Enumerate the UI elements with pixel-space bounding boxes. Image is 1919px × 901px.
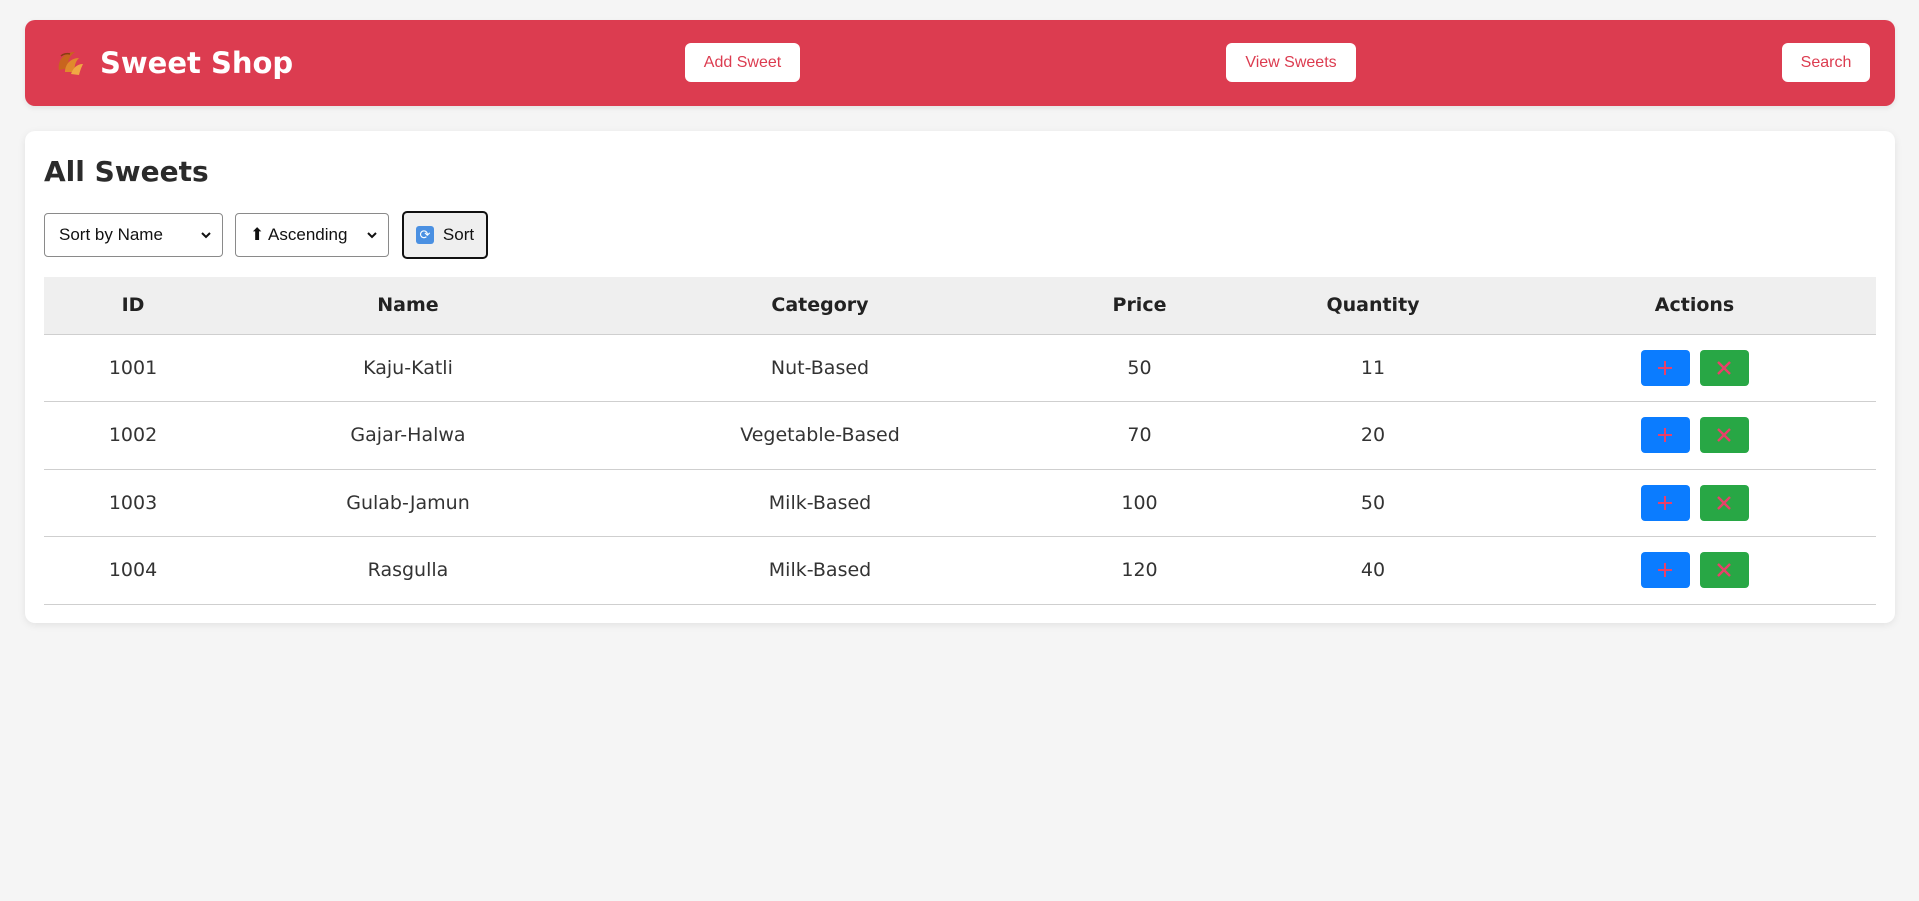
cell-name: Rasgulla	[367, 559, 449, 582]
chevron-down-icon	[201, 232, 211, 239]
cell-actions	[1513, 537, 1876, 605]
sort-button[interactable]: ⟳ Sort	[402, 211, 488, 259]
cell-price: 120	[1121, 559, 1158, 582]
restock-button[interactable]	[1640, 552, 1690, 589]
cell-price: 50	[1127, 356, 1152, 379]
cell-id: 1002	[108, 424, 158, 447]
restock-button[interactable]	[1640, 484, 1690, 521]
search-button[interactable]: Search	[1782, 43, 1870, 82]
sweets-card: All Sweets Sort by Name ⬆ Ascending ⟳ So…	[25, 131, 1895, 623]
cell-category: Vegetable-Based	[740, 424, 900, 447]
brand[interactable]: Sweet Shop	[53, 20, 293, 106]
restock-button[interactable]	[1640, 417, 1690, 454]
croissant-icon	[58, 52, 83, 75]
sort-field-value: Sort by Name	[59, 225, 163, 244]
cell-actions	[1513, 469, 1876, 537]
delete-button[interactable]	[1699, 484, 1749, 521]
brand-title: Sweet Shop	[100, 46, 294, 80]
cell-id: 1003	[108, 491, 158, 514]
cell-quantity: 50	[1360, 491, 1386, 514]
cell-actions	[1513, 334, 1876, 402]
cross-icon	[1717, 428, 1731, 443]
plus-icon	[1658, 495, 1672, 510]
table-row: 1001 Kaju-Katli Nut-Based 50 11	[44, 334, 1876, 402]
cell-id: 1004	[108, 559, 158, 582]
chevron-down-icon	[367, 232, 377, 239]
cross-icon	[1717, 563, 1731, 578]
cell-name: Kaju-Katli	[363, 356, 453, 379]
header-actions: Actions	[1654, 294, 1735, 317]
view-sweets-button[interactable]: View Sweets	[1226, 43, 1356, 82]
cell-quantity: 40	[1360, 559, 1386, 582]
cell-category: Milk-Based	[768, 491, 872, 514]
sweets-table: ID Name Category Price Quantity Actions …	[44, 277, 1876, 605]
table-row: 1003 Gulab-Jamun Milk-Based 100 50	[44, 469, 1876, 537]
cell-id: 1001	[108, 356, 158, 379]
table-header-row: ID Name Category Price Quantity Actions	[44, 277, 1876, 334]
add-sweet-button[interactable]: Add Sweet	[685, 43, 800, 82]
navbar: Sweet Shop Add Sweet View Sweets Search	[25, 20, 1895, 106]
table-row: 1002 Gajar-Halwa Vegetable-Based 70 20	[44, 402, 1876, 470]
header-price[interactable]: Price	[1046, 277, 1233, 334]
cell-name: Gulab-Jamun	[346, 491, 470, 514]
delete-button[interactable]	[1699, 349, 1749, 386]
cell-quantity: 20	[1360, 424, 1386, 447]
table-row: 1004 Rasgulla Milk-Based 120 40	[44, 537, 1876, 605]
delete-button[interactable]	[1699, 552, 1749, 589]
plus-icon	[1658, 428, 1672, 443]
cell-category: Milk-Based	[768, 559, 872, 582]
cross-icon	[1717, 495, 1731, 510]
cell-quantity: 11	[1360, 356, 1386, 379]
sort-button-label: Sort	[442, 225, 475, 244]
plus-icon	[1658, 563, 1672, 578]
page-title: All Sweets	[44, 155, 209, 188]
refresh-icon: ⟳	[415, 226, 434, 244]
header-quantity[interactable]: Quantity	[1233, 277, 1513, 334]
cell-price: 70	[1127, 424, 1152, 447]
restock-button[interactable]	[1640, 349, 1690, 386]
cell-price: 100	[1121, 491, 1158, 514]
sort-order-value: ⬆ Ascending	[250, 225, 348, 244]
delete-button[interactable]	[1699, 417, 1749, 454]
cell-name: Gajar-Halwa	[350, 424, 466, 447]
plus-icon	[1658, 360, 1672, 375]
cross-icon	[1717, 360, 1731, 375]
cell-actions	[1513, 402, 1876, 470]
sort-order-select[interactable]: ⬆ Ascending	[235, 213, 389, 257]
header-category[interactable]: Category	[594, 277, 1046, 334]
cell-category: Nut-Based	[770, 356, 870, 379]
header-id[interactable]: ID	[44, 277, 222, 334]
sort-field-select[interactable]: Sort by Name	[44, 213, 223, 257]
header-name[interactable]: Name	[222, 277, 594, 334]
